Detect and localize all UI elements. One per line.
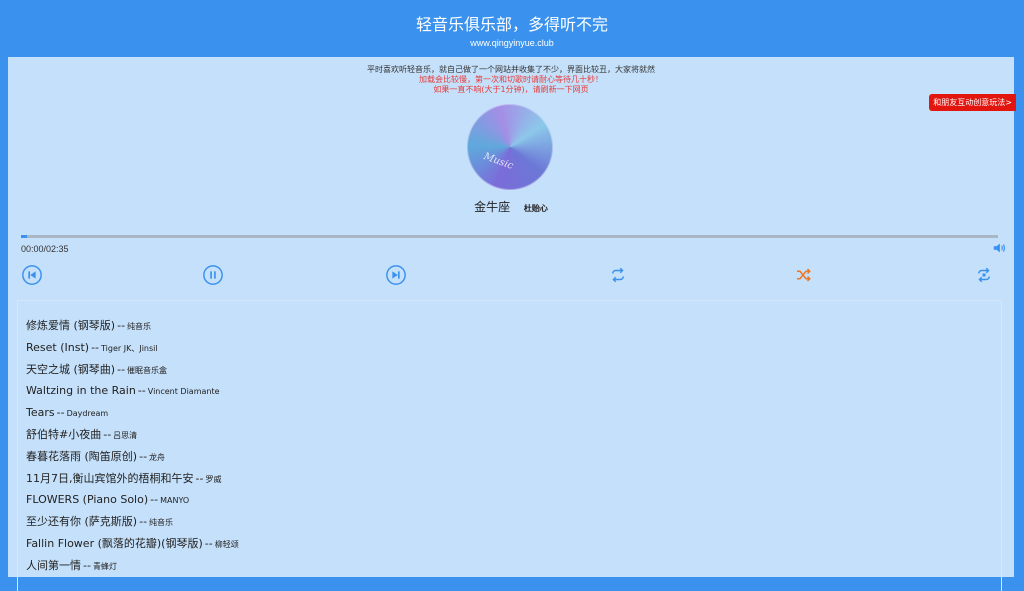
notice-loading: 加载会比较慢，第一次和切歌时请耐心等待几十秒！ bbox=[419, 75, 603, 84]
playlist-item[interactable]: 人间第一情 -- 青蜂灯 bbox=[26, 555, 1001, 577]
repeat-icon bbox=[612, 267, 624, 283]
track-artist: 青蜂灯 bbox=[92, 561, 117, 571]
site-title: 轻音乐俱乐部，多得听不完 bbox=[415, 15, 608, 34]
track-artist: MANYO bbox=[160, 496, 190, 506]
track-separator: -- bbox=[83, 558, 91, 572]
playlist-item[interactable]: 天空之城 (钢琴曲) -- 催眠音乐盒 bbox=[26, 359, 1001, 381]
song-artist: 杜贻心 bbox=[523, 204, 548, 213]
playlist-item[interactable]: Fallin Flower (飘落的花瓣)(钢琴版) -- 柳轻颂 bbox=[26, 533, 1001, 555]
track-title: 人间第一情 bbox=[26, 558, 81, 572]
volume-icon[interactable] bbox=[992, 241, 1006, 255]
progress-bar[interactable] bbox=[21, 235, 998, 238]
track-title: Tears bbox=[26, 406, 55, 420]
track-artist: 罗威 bbox=[205, 474, 222, 484]
playlist-item[interactable]: Reset (Inst) -- Tiger JK、Jinsil bbox=[26, 337, 1001, 359]
pause-button[interactable] bbox=[202, 264, 224, 286]
track-separator: -- bbox=[195, 471, 204, 485]
pause-icon bbox=[203, 265, 223, 285]
disc-label: Music bbox=[482, 151, 515, 172]
track-separator: -- bbox=[150, 493, 159, 507]
track-title: 修炼爱情 (钢琴版) bbox=[26, 319, 116, 332]
playlist-item[interactable]: Tears -- Daydream bbox=[26, 402, 1001, 424]
progress-fill bbox=[21, 235, 27, 238]
interactive-tab[interactable]: 和朋友互动创意玩法> bbox=[929, 94, 1016, 111]
track-artist: Daydream bbox=[66, 409, 109, 419]
track-artist: 柳轻颂 bbox=[214, 539, 239, 549]
loop-button[interactable] bbox=[975, 266, 993, 284]
playlist-item[interactable]: Waltzing in the Rain -- Vincent Diamante bbox=[26, 380, 1001, 402]
track-title: 春暮花落雨 (陶笛原创) bbox=[26, 449, 138, 463]
track-title: 至少还有你 (萨克斯版) bbox=[26, 515, 138, 529]
track-separator: -- bbox=[139, 449, 148, 463]
now-playing: 金牛座 杜贻心 bbox=[8, 198, 1014, 215]
track-title: Reset (Inst) bbox=[26, 340, 90, 354]
album-disc: Music bbox=[467, 104, 553, 190]
player-panel: 平时喜欢听轻音乐，就自己做了一个网站并收集了不少，界面比较丑，大家将就然 加载会… bbox=[8, 57, 1014, 591]
track-separator: -- bbox=[117, 362, 126, 376]
track-separator: -- bbox=[139, 515, 148, 529]
track-title: Fallin Flower (飘落的花瓣)(钢琴版) bbox=[26, 536, 203, 550]
track-title: 舒伯特#小夜曲 bbox=[26, 427, 102, 441]
track-artist: Tiger JK、Jinsil bbox=[101, 343, 158, 353]
repeat-button[interactable] bbox=[609, 266, 627, 284]
track-separator: -- bbox=[56, 406, 65, 420]
time-display: 00:00/02:35 bbox=[21, 244, 69, 254]
loop-icon bbox=[978, 267, 990, 283]
track-separator: -- bbox=[91, 340, 100, 354]
playlist-item[interactable]: 至少还有你 (萨克斯版) -- 纯音乐 bbox=[26, 511, 1001, 533]
track-artist: 纯音乐 bbox=[149, 518, 174, 528]
track-artist: 纯音乐 bbox=[127, 322, 152, 331]
track-title: 天空之城 (钢琴曲) bbox=[26, 362, 116, 376]
track-title: FLOWERS (Piano Solo) bbox=[26, 493, 149, 507]
playlist-items: 修炼爱情 (钢琴版) -- 纯音乐 Reset (Inst) -- Tiger JK、Ji… bbox=[18, 301, 1001, 577]
track-artist: Vincent Diamante bbox=[147, 387, 220, 397]
track-artist: 龙舟 bbox=[149, 452, 166, 462]
track-artist: 催眠音乐盒 bbox=[127, 365, 168, 375]
playlist-item[interactable]: 修炼爱情 (钢琴版) -- 纯音乐 bbox=[26, 315, 1001, 337]
playlist-item[interactable]: FLOWERS (Piano Solo) -- MANYO bbox=[26, 489, 1001, 511]
track-separator: -- bbox=[204, 536, 213, 550]
next-button[interactable] bbox=[385, 264, 407, 286]
skip-next-icon bbox=[386, 265, 406, 285]
site-header: 轻音乐俱乐部，多得听不完 www.qingyinyue.club bbox=[0, 0, 1024, 56]
track-title: Waltzing in the Rain bbox=[26, 384, 136, 398]
track-separator: -- bbox=[137, 384, 146, 398]
notice-refresh: 如果一直不响(大于1分钟)，请刷新一下网页 bbox=[433, 85, 589, 94]
prev-button[interactable] bbox=[21, 264, 43, 286]
playlist: 修炼爱情 (钢琴版) -- 纯音乐 Reset (Inst) -- Tiger JK、Ji… bbox=[17, 300, 1002, 591]
song-title: 金牛座 bbox=[474, 200, 511, 214]
playlist-item[interactable]: 舒伯特#小夜曲 -- 吕思清 bbox=[26, 424, 1001, 446]
notice-block: 平时喜欢听轻音乐，就自己做了一个网站并收集了不少，界面比较丑，大家将就然 加载会… bbox=[8, 65, 1014, 95]
shuffle-icon bbox=[797, 268, 811, 282]
track-title: 11月7日,衡山宾馆外的梧桐和午安 bbox=[26, 471, 194, 485]
playlist-item[interactable]: 春暮花落雨 (陶笛原创) -- 龙舟 bbox=[26, 446, 1001, 468]
track-separator: -- bbox=[103, 427, 112, 441]
playlist-item[interactable]: 11月7日,衡山宾馆外的梧桐和午安 -- 罗威 bbox=[26, 468, 1001, 490]
track-separator: -- bbox=[117, 319, 126, 332]
track-artist: 吕思清 bbox=[113, 430, 138, 440]
site-url[interactable]: www.qingyinyue.club bbox=[0, 38, 1024, 48]
shuffle-button[interactable] bbox=[794, 266, 812, 284]
notice-intro: 平时喜欢听轻音乐，就自己做了一个网站并收集了不少，界面比较丑，大家将就然 bbox=[367, 65, 655, 74]
skip-previous-icon bbox=[22, 265, 42, 285]
